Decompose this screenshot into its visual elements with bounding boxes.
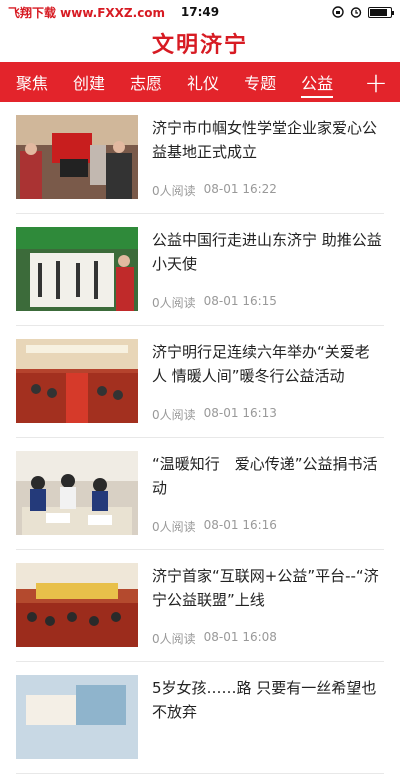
publish-time: 08-01 16:16 bbox=[203, 518, 277, 532]
tab-chuangjian[interactable]: 创建 bbox=[73, 62, 105, 102]
news-thumbnail bbox=[16, 339, 138, 423]
news-thumbnail bbox=[16, 563, 138, 647]
category-nav: 聚焦 创建 志愿 礼仪 专题 公益 + bbox=[0, 62, 400, 102]
news-item[interactable]: 济宁明行足连续六年举办“关爱老人 情暖人间”暖冬行公益活动 0人阅读 08-01… bbox=[16, 326, 384, 438]
news-title: 济宁首家“互联网+公益”平台--“济宁公益联盟”上线 bbox=[152, 567, 379, 609]
news-meta: 0人阅读 08-01 16:08 bbox=[152, 630, 277, 647]
news-feed: 济宁市巾帼女性学堂企业家爱心公益基地正式成立 0人阅读 08-01 16:22 … bbox=[0, 102, 400, 774]
read-count: 0人阅读 bbox=[152, 408, 196, 422]
news-thumbnail bbox=[16, 675, 138, 759]
publish-time: 08-01 16:13 bbox=[203, 406, 277, 420]
tab-liyi[interactable]: 礼仪 bbox=[187, 62, 219, 102]
news-thumbnail bbox=[16, 451, 138, 535]
alarm-icon bbox=[350, 7, 362, 18]
news-title: “温暖知行 爱心传递”公益捐书活动 bbox=[152, 455, 378, 497]
app-header: 文明济宁 bbox=[0, 24, 400, 62]
status-bar: 飞翔下载 www.FXXZ.com 17:49 bbox=[0, 0, 400, 24]
news-item[interactable]: 公益中国行走进山东济宁 助推公益小天使 0人阅读 08-01 16:15 bbox=[16, 214, 384, 326]
lock-rotation-icon bbox=[332, 6, 344, 18]
tab-zhuanti[interactable]: 专题 bbox=[244, 62, 276, 102]
tab-gongyi[interactable]: 公益 bbox=[301, 62, 334, 102]
news-meta: 0人阅读 08-01 16:15 bbox=[152, 294, 277, 311]
news-title: 济宁市巾帼女性学堂企业家爱心公益基地正式成立 bbox=[152, 119, 378, 161]
read-count: 0人阅读 bbox=[152, 520, 196, 534]
news-thumbnail bbox=[16, 115, 138, 199]
battery-icon bbox=[368, 6, 394, 18]
news-title: 济宁明行足连续六年举办“关爱老人 情暖人间”暖冬行公益活动 bbox=[152, 343, 370, 385]
news-title: 公益中国行走进山东济宁 助推公益小天使 bbox=[152, 231, 382, 273]
publish-time: 08-01 16:22 bbox=[203, 182, 277, 196]
publish-time: 08-01 16:08 bbox=[203, 630, 277, 644]
news-meta: 0人阅读 08-01 16:16 bbox=[152, 518, 277, 535]
app-title: 文明济宁 bbox=[151, 33, 248, 58]
news-meta: 0人阅读 08-01 16:22 bbox=[152, 182, 277, 199]
news-title: 5岁女孩……路 只要有一丝希望也不放弃 bbox=[152, 679, 377, 721]
news-item[interactable]: 济宁首家“互联网+公益”平台--“济宁公益联盟”上线 0人阅读 08-01 16… bbox=[16, 550, 384, 662]
news-item[interactable]: 济宁市巾帼女性学堂企业家爱心公益基地正式成立 0人阅读 08-01 16:22 bbox=[16, 102, 384, 214]
news-meta: 0人阅读 08-01 16:13 bbox=[152, 406, 277, 423]
status-icons bbox=[332, 6, 394, 18]
read-count: 0人阅读 bbox=[152, 632, 196, 646]
news-thumbnail bbox=[16, 227, 138, 311]
read-count: 0人阅读 bbox=[152, 184, 196, 198]
site-watermark: 飞翔下载 www.FXXZ.com bbox=[8, 5, 166, 20]
tab-jujiao[interactable]: 聚焦 bbox=[16, 62, 48, 102]
news-item[interactable]: 5岁女孩……路 只要有一丝希望也不放弃 bbox=[16, 662, 384, 774]
news-item[interactable]: “温暖知行 爱心传递”公益捐书活动 0人阅读 08-01 16:16 bbox=[16, 438, 384, 550]
publish-time: 08-01 16:15 bbox=[203, 294, 277, 308]
add-tab-button[interactable]: + bbox=[352, 62, 400, 102]
tab-zhiyuan[interactable]: 志愿 bbox=[130, 62, 162, 102]
read-count: 0人阅读 bbox=[152, 296, 196, 310]
